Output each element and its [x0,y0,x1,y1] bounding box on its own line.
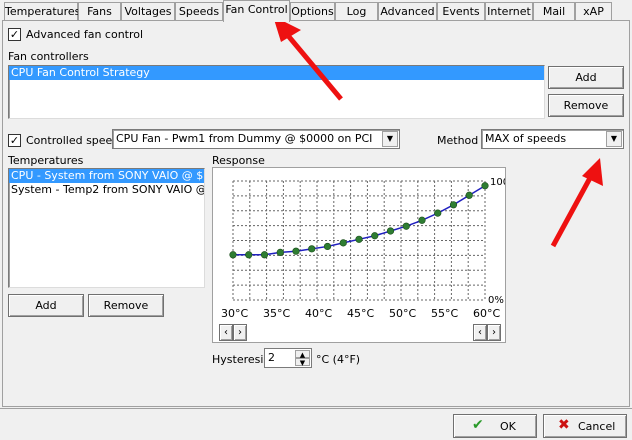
tab-internet[interactable]: Internet [485,2,533,21]
add-temperature-button[interactable]: Add [8,294,84,317]
controlled-speed-value: CPU Fan - Pwm1 from Dummy @ $0000 on PCI [116,132,373,145]
tab-advanced[interactable]: Advanced [378,2,437,21]
controlled-speed-checkbox[interactable]: ✓ [8,134,21,147]
tab-speeds[interactable]: Speeds [175,2,223,21]
spin-up-icon[interactable]: ▲ [295,350,310,359]
method-select[interactable]: MAX of speeds ▼ [481,129,624,149]
add-fan-controller-button[interactable]: Add [548,66,624,89]
data-point [371,232,379,240]
controlled-speed-label: Controlled speed [26,134,120,147]
list-item[interactable]: CPU - System from SONY VAIO @ $0000 [9,169,204,183]
x-tick-label: 40°C [305,307,333,320]
data-point [323,242,332,251]
data-point [465,191,473,199]
chevron-down-icon[interactable]: ▼ [606,131,622,147]
data-point [229,251,237,259]
tab-fans[interactable]: Fans [78,2,121,21]
fan-controllers-label: Fan controllers [8,50,89,63]
controlled-speed-select[interactable]: CPU Fan - Pwm1 from Dummy @ $0000 on PCI… [112,129,400,149]
data-point [449,201,458,209]
ok-label: OK [500,420,516,433]
data-point [402,222,410,230]
x-tick-label: 30°C [221,307,249,320]
y-tick-label: 0% [488,295,504,306]
tab-temperatures[interactable]: Temperatures [4,2,80,21]
advanced-fan-control-label: Advanced fan control [26,28,144,41]
method-label: Method [437,134,479,147]
data-point [355,235,363,243]
checkmark-icon: ✔ [472,417,484,433]
tab-xap[interactable]: xAP [575,2,612,21]
advanced-fan-control-checkbox[interactable]: ✓ [8,28,21,41]
fan-controllers-list[interactable]: CPU Fan Control Strategy [8,65,545,119]
y-tick-label: 100% [490,177,505,188]
list-item[interactable]: CPU Fan Control Strategy [9,66,544,80]
data-point [276,248,284,256]
response-label: Response [212,154,265,167]
chevron-left-icon[interactable]: ‹ [219,324,233,341]
cancel-label: Cancel [578,420,616,433]
spin-down-icon[interactable]: ▼ [295,358,310,367]
x-tick-label: 45°C [347,307,375,320]
hysteresis-unit: °C (4°F) [316,353,361,366]
data-point [386,227,395,235]
list-item[interactable]: System - Temp2 from SONY VAIO @ $0000 [9,183,204,197]
tab-fan-control[interactable]: Fan Control [223,0,290,22]
tab-log[interactable]: Log [335,2,378,21]
temperatures-list[interactable]: CPU - System from SONY VAIO @ $0000 Syst… [8,168,205,288]
x-icon: ✖ [558,417,570,433]
remove-fan-controller-button[interactable]: Remove [548,94,624,117]
x-tick-label: 60°C [473,307,501,320]
hysteresis-value: 2 [268,351,275,364]
tab-mail[interactable]: Mail [533,2,575,21]
dialog-footer [0,408,632,440]
data-point [418,216,426,224]
chevron-left-icon[interactable]: ‹ [473,324,487,341]
data-point [481,182,489,190]
tab-voltages[interactable]: Voltages [121,2,175,21]
remove-temperature-button[interactable]: Remove [88,294,164,317]
data-point [434,209,442,217]
x-tick-label: 50°C [389,307,417,320]
hysteresis-stepper[interactable]: 2 ▲ ▼ [264,348,312,368]
ok-button[interactable]: ✔ OK [453,414,537,438]
data-point [245,251,253,259]
data-point [339,239,347,247]
method-value: MAX of speeds [485,132,567,145]
chevron-right-icon[interactable]: › [487,324,501,341]
tab-options[interactable]: Options [290,2,335,21]
tab-bar: Temperatures Fans Voltages Speeds Fan Contro… [0,0,632,22]
temperatures-label: Temperatures [8,154,84,167]
x-tick-label: 35°C [263,307,291,320]
data-point [292,247,300,255]
data-point [308,245,316,253]
data-point [260,251,269,259]
hysteresis-label: Hysteresis [212,353,270,366]
chevron-down-icon[interactable]: ▼ [382,131,398,147]
chevron-right-icon[interactable]: › [233,324,247,341]
tab-events[interactable]: Events [437,2,485,21]
x-tick-label: 55°C [431,307,459,320]
cancel-button[interactable]: ✖ Cancel [543,414,627,438]
